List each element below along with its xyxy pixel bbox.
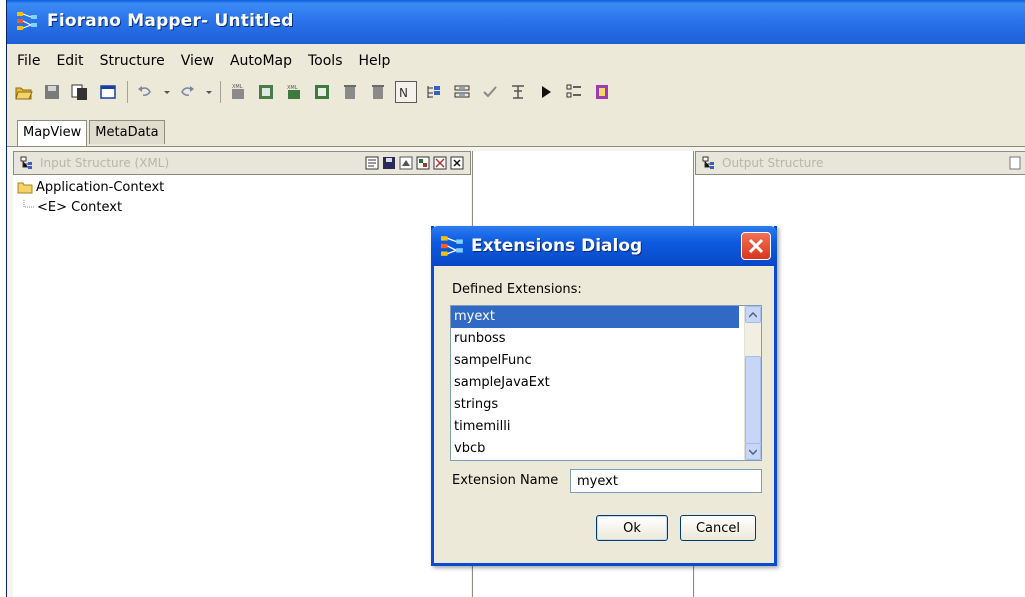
new-window-icon[interactable] <box>97 81 119 103</box>
list-scrollbar[interactable] <box>744 306 761 460</box>
output-panel-header: Output Structure <box>695 151 1025 175</box>
list-item[interactable]: sampleJavaExt <box>451 372 739 394</box>
list-item[interactable]: runboss <box>451 328 739 350</box>
tree-node-context[interactable]: <E> Context <box>13 197 471 217</box>
save-icon[interactable] <box>41 81 63 103</box>
svg-text:XML: XML <box>287 85 298 91</box>
delete-all-icon[interactable] <box>367 81 389 103</box>
redo-icon[interactable] <box>176 81 198 103</box>
line-mode-icon[interactable]: N <box>395 81 417 103</box>
extension-name-label: Extension Name <box>452 473 559 488</box>
input-panel-actions <box>365 156 464 170</box>
menu-edit[interactable]: Edit <box>56 53 83 69</box>
app-logo-icon <box>441 236 463 256</box>
menu-structure[interactable]: Structure <box>100 53 165 69</box>
list-item[interactable]: vbcb <box>451 438 739 460</box>
tree-node-application-context[interactable]: Application-Context <box>13 177 471 197</box>
extension-name-input[interactable] <box>570 469 762 493</box>
window-title: Fiorano Mapper- Untitled <box>47 11 294 31</box>
close-panel-icon[interactable] <box>450 156 464 170</box>
copy-icon[interactable] <box>69 81 91 103</box>
chevron-down-icon <box>749 448 757 455</box>
menu-automap[interactable]: AutoMap <box>230 53 292 69</box>
input-structure-panel: Input Structure (XML) Application-Contex… <box>13 151 471 597</box>
tree-collapse-icon[interactable] <box>451 81 473 103</box>
title-bar[interactable]: Fiorano Mapper- Untitled <box>7 0 1025 44</box>
node-icon[interactable] <box>416 156 430 170</box>
app-logo-icon <box>17 12 37 30</box>
structure-icon <box>702 156 714 169</box>
open-icon[interactable] <box>13 81 35 103</box>
load-output-icon[interactable] <box>311 81 333 103</box>
folder-icon <box>17 182 33 194</box>
input-tree: Application-Context <E> Context <box>13 177 471 217</box>
undo-icon[interactable] <box>134 81 156 103</box>
run-icon[interactable] <box>535 81 557 103</box>
defined-extensions-label: Defined Extensions: <box>452 282 582 297</box>
list-icon[interactable] <box>563 81 585 103</box>
svg-text:XML: XML <box>232 84 243 90</box>
tree-connector-icon <box>23 200 34 208</box>
output-panel-title: Output Structure <box>722 156 824 170</box>
close-button[interactable] <box>741 232 771 260</box>
list-item[interactable]: strings <box>451 394 739 416</box>
xml-output-icon[interactable]: XML <box>283 81 305 103</box>
help-book-icon[interactable] <box>591 81 613 103</box>
tree-node-label: Application-Context <box>36 179 165 195</box>
undo-dropdown-icon[interactable] <box>162 81 172 103</box>
view-tabs: MapView MetaData <box>17 120 167 146</box>
xml-input-icon[interactable]: XML <box>227 81 249 103</box>
menu-view[interactable]: View <box>181 53 214 69</box>
input-panel-header: Input Structure (XML) <box>13 151 471 175</box>
map-icon[interactable] <box>433 156 447 170</box>
chevron-up-icon <box>749 311 757 318</box>
menu-help[interactable]: Help <box>359 53 391 69</box>
save-structure-icon[interactable] <box>382 156 396 170</box>
tab-mapview[interactable]: MapView <box>17 120 88 146</box>
input-panel-title: Input Structure (XML) <box>40 156 170 170</box>
svg-text:N: N <box>399 86 408 100</box>
toolbar-separator <box>220 81 221 103</box>
list-item[interactable]: timemilli <box>451 416 739 438</box>
delete-icon[interactable] <box>339 81 361 103</box>
scroll-thumb[interactable] <box>745 356 761 444</box>
document-icon[interactable] <box>1009 156 1021 170</box>
tree-node-label: <E> Context <box>37 199 123 215</box>
scroll-down-button[interactable] <box>745 443 761 460</box>
toolbar: XML XML N <box>13 76 1025 108</box>
list-item[interactable]: myext <box>451 306 739 328</box>
redo-dropdown-icon[interactable] <box>204 81 214 103</box>
load-structure-icon[interactable] <box>255 81 277 103</box>
menu-file[interactable]: File <box>17 53 40 69</box>
menu-tools[interactable]: Tools <box>308 53 343 69</box>
scroll-up-button[interactable] <box>745 306 761 323</box>
tab-metadata[interactable]: MetaData <box>89 120 165 144</box>
dialog-title: Extensions Dialog <box>471 236 643 256</box>
extensions-dialog: Extensions Dialog Defined Extensions: my… <box>431 226 777 566</box>
validate-icon[interactable] <box>479 81 501 103</box>
dialog-title-bar[interactable]: Extensions Dialog <box>431 226 777 266</box>
structure-icon <box>20 156 32 169</box>
tree-expand-icon[interactable] <box>423 81 445 103</box>
ok-button[interactable]: Ok <box>596 515 668 541</box>
close-icon <box>748 238 764 254</box>
list-item[interactable]: sampelFunc <box>451 350 739 372</box>
collapse-up-icon[interactable] <box>399 156 413 170</box>
cancel-button[interactable]: Cancel <box>680 515 756 541</box>
menu-bar: File Edit Structure View AutoMap Tools H… <box>7 48 1025 74</box>
toolbar-separator <box>127 81 128 103</box>
extensions-list[interactable]: myext runboss sampelFunc sampleJavaExt s… <box>450 305 762 461</box>
document-icon[interactable] <box>365 156 379 170</box>
align-icon[interactable] <box>507 81 529 103</box>
